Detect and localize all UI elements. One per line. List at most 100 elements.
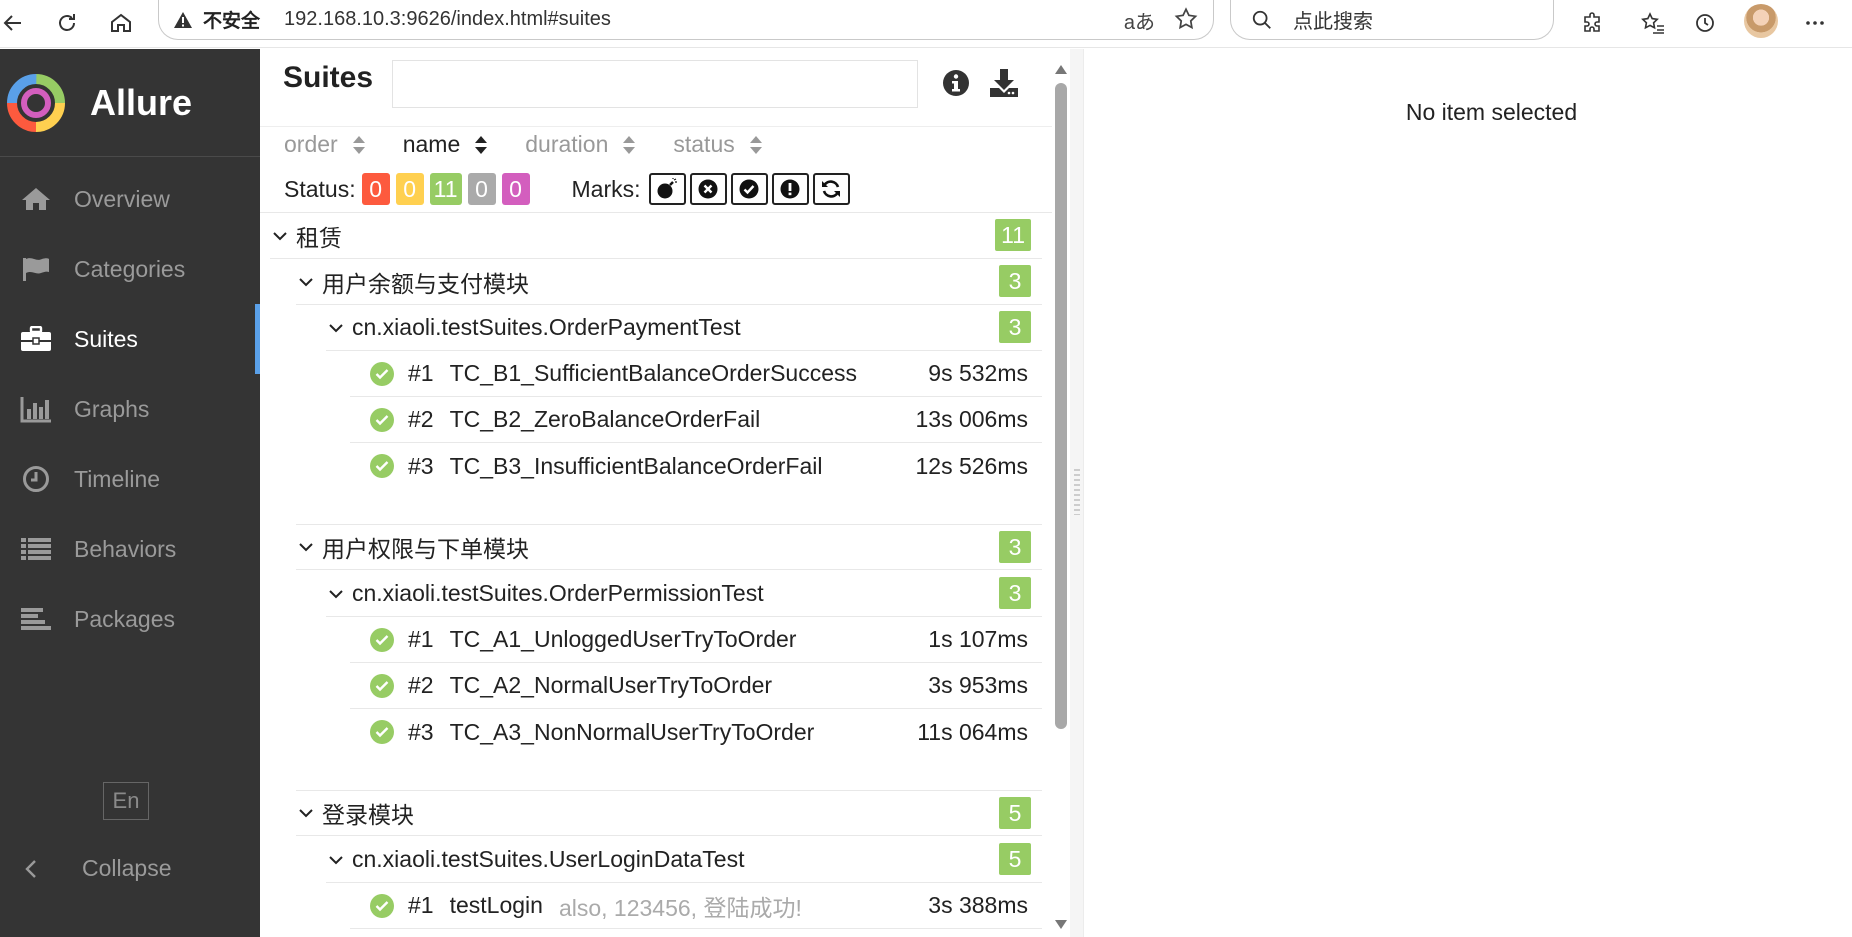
status-failed-toggle[interactable]: 0 (361, 173, 390, 205)
sidebar-item-label: Categories (74, 255, 186, 282)
test-row[interactable]: #1 TC_B1_SufficientBalanceOrderSuccess 9… (350, 351, 1042, 397)
sort-label: duration (525, 131, 609, 157)
home-button[interactable] (104, 6, 138, 40)
sidebar-item-categories[interactable]: Categories (0, 234, 260, 304)
test-name: TC_A2_NormalUserTryToOrder (449, 672, 773, 698)
more-dots-icon (1806, 21, 1824, 25)
passed-check-icon (375, 461, 389, 472)
pane-scrollbar[interactable] (1052, 49, 1070, 937)
detail-pane: No item selected (1084, 49, 1852, 937)
filter-input[interactable] (392, 60, 918, 108)
pane-splitter[interactable] (1070, 49, 1084, 937)
tree-group[interactable]: 用户余额与支付模块 3 (296, 259, 1042, 305)
sidebar-item-behaviors[interactable]: Behaviors (0, 514, 260, 584)
sidebar-item-timeline[interactable]: Timeline (0, 444, 260, 514)
scroll-thumb[interactable] (1055, 83, 1067, 729)
count-badge: 11 (995, 219, 1031, 251)
test-row[interactable]: #1 testLogin also, 123456, 登陆成功! 3s 388m… (350, 883, 1042, 929)
sort-by-duration[interactable]: duration (525, 131, 636, 158)
pane-header: Suites (260, 49, 1052, 127)
tree-suite[interactable]: cn.xiaoli.testSuites.OrderPermissionTest… (326, 571, 1042, 617)
tree-group[interactable]: 登录模块 5 (296, 790, 1042, 836)
tree-suite[interactable]: cn.xiaoli.testSuites.OrderPaymentTest 3 (326, 305, 1042, 351)
chevron-down-icon (329, 589, 343, 598)
test-duration: 9s 532ms (928, 360, 1028, 386)
address-bar[interactable]: 不安全 192.168.10.3:9626/index.html#suites … (158, 0, 1214, 40)
mark-new-failed-toggle[interactable] (689, 173, 727, 205)
collapse-button[interactable]: Collapse (18, 855, 172, 882)
test-duration: 1s 107ms (928, 626, 1028, 652)
more-menu-button[interactable] (1798, 6, 1832, 40)
test-row[interactable]: #1 TC_A1_UnloggedUserTryToOrder 1s 107ms (350, 617, 1042, 663)
reload-button[interactable] (50, 6, 84, 40)
tree-suite[interactable]: cn.xiaoli.testSuites.UserLoginDataTest 5 (326, 837, 1042, 883)
test-name: TC_A1_UnloggedUserTryToOrder (449, 626, 797, 652)
suites-pane: Suites order name duration status Status… (260, 49, 1052, 937)
sidebar-item-graphs[interactable]: Graphs (0, 374, 260, 444)
chevron-down-icon (299, 277, 313, 286)
brand[interactable]: Allure (0, 49, 260, 157)
status-filter-bar: Status: 0 0 11 0 0 Marks: (284, 173, 850, 205)
url-text[interactable]: 192.168.10.3:9626/index.html#suites (284, 8, 611, 31)
passed-check-icon (375, 900, 389, 911)
splitter-grip[interactable] (1074, 469, 1080, 515)
chevron-down-icon (299, 809, 313, 818)
sort-by-order[interactable]: order (284, 131, 366, 158)
search-placeholder: 点此搜索 (1293, 11, 1373, 33)
favorites-button[interactable] (1636, 6, 1670, 40)
test-row[interactable]: #3 TC_A3_NonNormalUserTryToOrder 11s 064… (350, 709, 1042, 755)
scroll-up-arrow[interactable] (1055, 65, 1067, 74)
list-icon (21, 538, 51, 560)
info-icon[interactable] (942, 69, 970, 97)
passed-check-icon (375, 368, 389, 379)
back-button[interactable] (0, 6, 30, 40)
read-aloud-icon[interactable]: aあ (1124, 6, 1155, 35)
status-skipped-toggle[interactable]: 0 (467, 173, 496, 205)
language-switch[interactable]: En (103, 782, 149, 820)
bomb-icon (657, 178, 677, 199)
test-row[interactable]: #2 TC_B2_ZeroBalanceOrderFail 13s 006ms (350, 397, 1042, 443)
test-number: #2 (408, 672, 434, 698)
sort-label: status (673, 131, 735, 157)
sort-by-name[interactable]: name (403, 131, 489, 158)
group-label: 用户权限与下单模块 (322, 536, 529, 562)
favorite-star-icon[interactable] (1173, 6, 1199, 32)
count-badge: 3 (999, 265, 1031, 297)
status-unknown-toggle[interactable]: 0 (501, 173, 530, 205)
mark-flaky-toggle[interactable] (648, 173, 686, 205)
count-badge: 5 (999, 797, 1031, 829)
status-broken-toggle[interactable]: 0 (395, 173, 424, 205)
download-icon[interactable] (988, 67, 1020, 99)
extensions-button[interactable] (1576, 6, 1610, 40)
exclamation-circle-icon (780, 179, 800, 199)
scroll-down-arrow[interactable] (1055, 920, 1067, 929)
tree-group[interactable]: 用户权限与下单模块 3 (296, 524, 1042, 570)
browser-search-box[interactable]: 点此搜索 (1230, 0, 1554, 40)
test-row[interactable]: #3 TC_B3_InsufficientBalanceOrderFail 12… (350, 443, 1042, 489)
group-label: 租赁 (296, 224, 342, 251)
security-indicator[interactable]: 不安全 (173, 6, 260, 33)
history-icon (1696, 14, 1714, 32)
status-passed-toggle[interactable]: 11 (429, 173, 462, 205)
page-title: Suites (283, 61, 374, 94)
tree-group-root[interactable]: 租赁 11 (270, 213, 1042, 259)
bar-chart-icon (20, 397, 51, 423)
sort-label: name (402, 131, 461, 157)
mark-new-broken-toggle[interactable] (771, 173, 809, 205)
sidebar-item-packages[interactable]: Packages (0, 584, 260, 654)
test-duration: 13s 006ms (915, 406, 1028, 432)
mark-new-passed-toggle[interactable] (730, 173, 768, 205)
test-number: #1 (408, 626, 434, 652)
passed-check-icon (375, 680, 389, 691)
sort-by-status[interactable]: status (673, 131, 762, 158)
sidebar-item-suites[interactable]: Suites (0, 304, 260, 374)
test-duration: 12s 526ms (915, 452, 1028, 479)
profile-avatar[interactable] (1744, 4, 1778, 38)
test-row[interactable]: #2 TC_A2_NormalUserTryToOrder 3s 953ms (350, 663, 1042, 709)
history-button[interactable] (1688, 6, 1722, 40)
suite-label: cn.xiaoli.testSuites.OrderPermissionTest (352, 580, 764, 606)
times-circle-icon (698, 179, 718, 199)
sidebar-item-overview[interactable]: Overview (0, 164, 260, 234)
mark-retries-toggle[interactable] (812, 173, 850, 205)
suite-label: cn.xiaoli.testSuites.UserLoginDataTest (352, 846, 745, 872)
